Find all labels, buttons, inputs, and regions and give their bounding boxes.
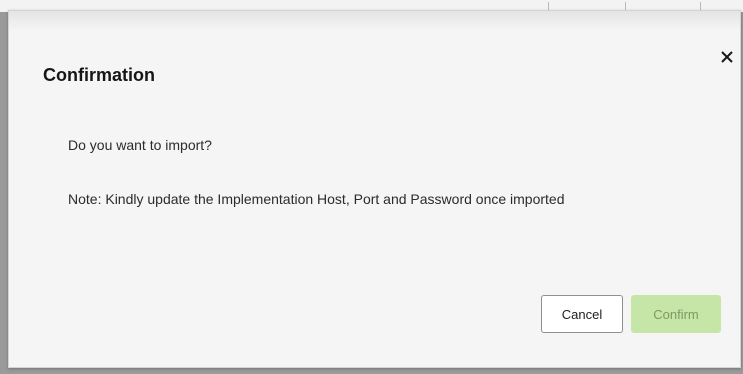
confirm-button[interactable]: Confirm [631, 295, 721, 333]
dialog-message: Do you want to import? [68, 137, 212, 153]
close-icon[interactable] [715, 45, 739, 69]
dialog-note: Note: Kindly update the Implementation H… [68, 191, 565, 207]
confirmation-dialog: Confirmation Do you want to import? Note… [8, 10, 741, 368]
dialog-title: Confirmation [43, 65, 155, 85]
close-icon-glyph [721, 51, 733, 63]
cancel-button[interactable]: Cancel [541, 295, 623, 333]
background-divider [548, 2, 549, 10]
background-divider [700, 2, 701, 10]
background-divider [625, 2, 626, 10]
dialog-header-band [9, 11, 740, 31]
